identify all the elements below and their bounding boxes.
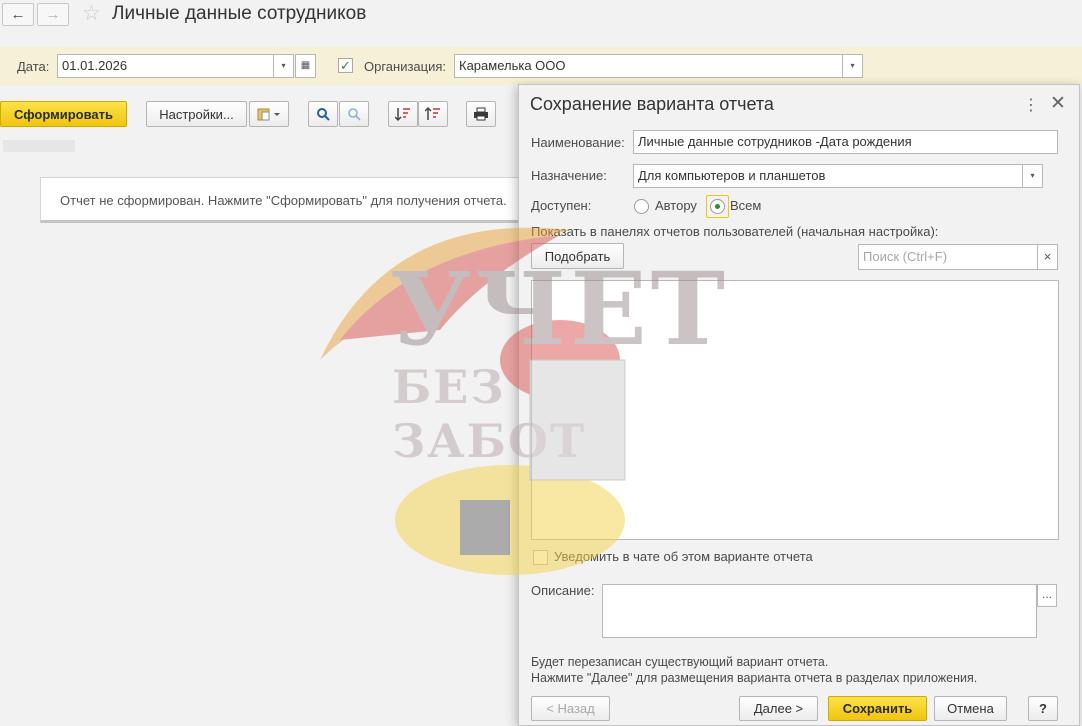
print-button[interactable]	[466, 101, 496, 127]
collapse-groups-button[interactable]	[418, 101, 448, 127]
organization-dropdown-button[interactable]: ▾	[842, 55, 862, 77]
report-status-message: Отчет не сформирован. Нажмите "Сформиров…	[40, 177, 540, 223]
info-line-2: Нажмите "Далее" для размещения варианта …	[531, 671, 978, 685]
filter-panel: Дата: 01.01.2026 ▾ ▦ ✓ Организация: Кара…	[0, 47, 1082, 85]
purpose-field[interactable]: Для компьютеров и планшетов ▾	[633, 164, 1043, 188]
clear-search-button[interactable]: ×	[1037, 245, 1057, 269]
organization-label: Организация:	[364, 59, 447, 74]
find-next-button[interactable]	[339, 101, 369, 127]
name-label: Наименование:	[531, 135, 625, 150]
search-next-icon	[348, 108, 361, 121]
purpose-label: Назначение:	[531, 168, 607, 183]
next-button[interactable]: Далее >	[739, 696, 818, 721]
name-value: Личные данные сотрудников -Дата рождения	[638, 134, 912, 149]
calendar-icon: ▦	[300, 60, 311, 71]
panel-search-input[interactable]: Поиск (Ctrl+F) ×	[858, 244, 1058, 270]
dialog-title: Сохранение варианта отчета	[530, 94, 774, 114]
access-author-radio[interactable]	[634, 199, 649, 214]
name-field[interactable]: Личные данные сотрудников -Дата рождения	[633, 130, 1058, 154]
report-status-text: Отчет не сформирован. Нажмите "Сформиров…	[60, 193, 507, 208]
generate-button[interactable]: Сформировать	[0, 101, 127, 127]
back-step-button[interactable]: < Назад	[531, 696, 610, 721]
access-all-radio[interactable]	[710, 199, 725, 214]
description-label: Описание:	[531, 583, 595, 598]
expand-groups-button[interactable]	[388, 101, 418, 127]
arrow-left-icon: ←	[10, 6, 26, 23]
check-icon: ✓	[340, 58, 351, 73]
back-button[interactable]: ←	[2, 3, 34, 26]
arrow-right-icon: →	[45, 6, 61, 23]
variants-menu-button[interactable]	[249, 101, 289, 127]
clear-icon: ×	[1043, 249, 1052, 264]
pick-button[interactable]: Подобрать	[531, 243, 624, 269]
save-variant-dialog: Сохранение варианта отчета ⋮ ✕ Наименова…	[518, 84, 1080, 726]
printer-icon	[474, 107, 488, 121]
purpose-dropdown-button[interactable]: ▾	[1022, 165, 1042, 187]
date-field[interactable]: 01.01.2026 ▾	[57, 54, 294, 78]
chevron-down-icon: ▾	[850, 61, 855, 70]
more-menu-icon[interactable]: ⋮	[1023, 95, 1039, 115]
panels-list[interactable]	[531, 280, 1059, 540]
help-button[interactable]: ?	[1028, 696, 1058, 721]
forward-button[interactable]: →	[37, 3, 69, 26]
info-line-1: Будет перезаписан существующий вариант о…	[531, 655, 829, 669]
description-field[interactable]	[602, 584, 1037, 638]
description-edit-button[interactable]: ...	[1037, 584, 1057, 607]
report-tab-placeholder	[3, 140, 75, 152]
organization-field[interactable]: Карамелька ООО ▾	[454, 54, 863, 78]
ellipsis-icon: ...	[1041, 587, 1052, 601]
settings-button[interactable]: Настройки...	[146, 101, 247, 127]
search-icon	[317, 108, 330, 121]
date-dropdown-button[interactable]: ▾	[273, 55, 293, 77]
chevron-down-icon: ▾	[281, 61, 286, 70]
find-button[interactable]	[308, 101, 338, 127]
chevron-down-icon: ▾	[1030, 171, 1035, 180]
cancel-button[interactable]: Отмена	[934, 696, 1007, 721]
access-label: Доступен:	[531, 198, 592, 213]
calendar-button[interactable]: ▦	[295, 54, 316, 78]
panels-label: Показать в панелях отчетов пользователей…	[531, 224, 939, 239]
page-title: Личные данные сотрудников	[112, 3, 367, 24]
search-placeholder: Поиск (Ctrl+F)	[863, 249, 948, 264]
close-icon[interactable]: ✕	[1050, 92, 1066, 115]
star-icon[interactable]: ☆	[82, 2, 101, 26]
organization-value: Карамелька ООО	[459, 58, 566, 73]
date-value: 01.01.2026	[62, 58, 128, 73]
organization-checkbox[interactable]: ✓	[338, 58, 353, 73]
date-label: Дата:	[17, 59, 50, 74]
sort-descending-icon	[395, 108, 410, 122]
save-button[interactable]: Сохранить	[828, 696, 927, 721]
access-author-label: Автору	[655, 198, 697, 213]
report-variants-icon	[257, 108, 280, 121]
access-all-label: Всем	[730, 198, 762, 213]
purpose-value: Для компьютеров и планшетов	[638, 168, 826, 183]
sort-ascending-icon	[425, 106, 440, 120]
notify-label: Уведомить в чате об этом варианте отчета	[554, 549, 813, 564]
notify-checkbox[interactable]	[533, 550, 548, 565]
